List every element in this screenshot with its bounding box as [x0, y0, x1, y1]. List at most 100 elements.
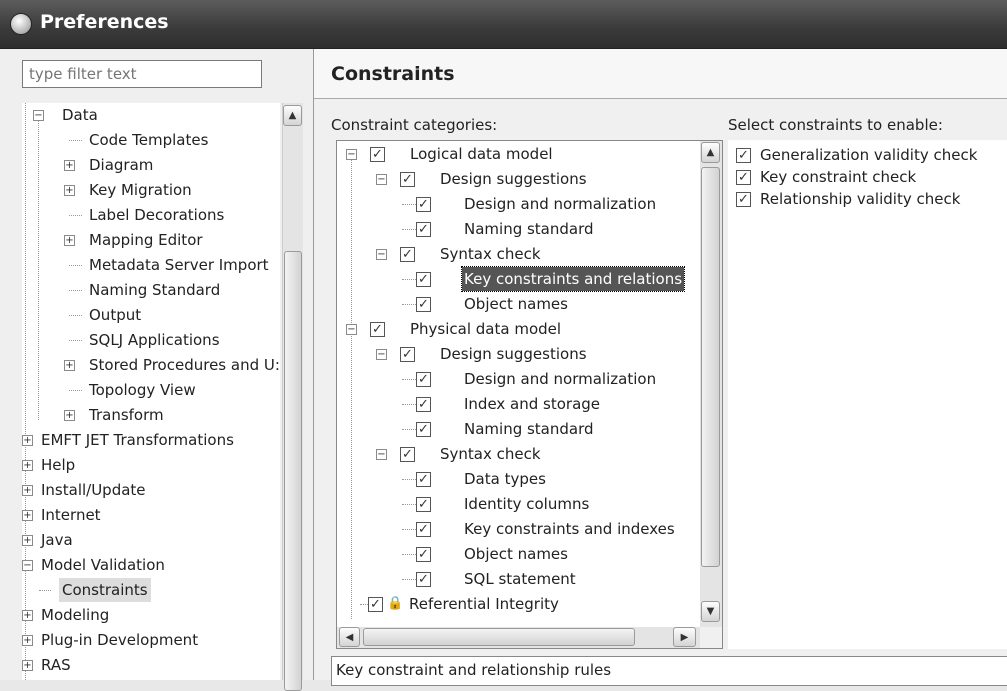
- category-item[interactable]: − ✓ Syntax check: [337, 242, 700, 267]
- category-checkbox[interactable]: ✓: [370, 147, 385, 162]
- category-checkbox[interactable]: ✓: [416, 397, 431, 412]
- category-item[interactable]: ✓ SQL statement: [337, 567, 700, 592]
- category-item[interactable]: ✓ Design and normalization: [337, 367, 700, 392]
- nav-item[interactable]: + EMFT JET Transformations: [22, 428, 280, 453]
- expand-icon[interactable]: +: [22, 435, 33, 446]
- nav-item[interactable]: SQLJ Applications: [22, 328, 280, 353]
- category-checkbox[interactable]: ✓: [368, 597, 383, 612]
- category-item[interactable]: ✓ 🔒 Referential Integrity: [337, 592, 700, 617]
- category-checkbox[interactable]: ✓: [416, 272, 431, 287]
- category-item[interactable]: ✓ Design and normalization: [337, 192, 700, 217]
- nav-item[interactable]: Metadata Server Import: [22, 253, 280, 278]
- category-item[interactable]: ✓ Key constraints and relations: [337, 266, 700, 292]
- category-checkbox[interactable]: ✓: [416, 547, 431, 562]
- scroll-up-button[interactable]: ▲: [701, 142, 720, 163]
- expand-icon[interactable]: +: [22, 635, 33, 646]
- category-item[interactable]: ✓ Data types: [337, 467, 700, 492]
- scroll-thumb[interactable]: [363, 628, 635, 646]
- expand-icon[interactable]: +: [22, 460, 33, 471]
- expand-icon[interactable]: +: [64, 235, 75, 246]
- category-item[interactable]: ✓ Index and storage: [337, 392, 700, 417]
- nav-item[interactable]: + Key Migration: [22, 178, 280, 203]
- constraint-checkbox[interactable]: ✓: [736, 170, 751, 185]
- scroll-left-button[interactable]: ◀: [339, 627, 360, 647]
- nav-item[interactable]: Constraints: [22, 578, 280, 603]
- nav-item[interactable]: + Mapping Editor: [22, 228, 280, 253]
- collapse-icon[interactable]: −: [376, 174, 387, 185]
- category-checkbox[interactable]: ✓: [370, 322, 385, 337]
- category-item[interactable]: ✓ Identity columns: [337, 492, 700, 517]
- filter-input[interactable]: [22, 60, 262, 88]
- expand-icon[interactable]: +: [22, 660, 33, 671]
- category-checkbox[interactable]: ✓: [400, 172, 415, 187]
- category-item[interactable]: ✓ Naming standard: [337, 417, 700, 442]
- nav-item[interactable]: + Diagram: [22, 153, 280, 178]
- expand-icon[interactable]: +: [64, 410, 75, 421]
- scroll-right-button[interactable]: ▶: [673, 627, 696, 647]
- constraint-checkbox[interactable]: ✓: [736, 192, 751, 207]
- category-checkbox[interactable]: ✓: [416, 572, 431, 587]
- nav-item[interactable]: + Stored Procedures and U:: [22, 353, 280, 378]
- nav-item[interactable]: + Internet: [22, 503, 280, 528]
- nav-item[interactable]: + Java: [22, 528, 280, 553]
- expand-icon[interactable]: +: [64, 185, 75, 196]
- collapse-icon[interactable]: −: [376, 449, 387, 460]
- nav-item[interactable]: Code Templates: [22, 128, 280, 153]
- nav-item[interactable]: + RAS: [22, 653, 280, 678]
- tree-vertical-scrollbar[interactable]: ▲: [282, 103, 303, 691]
- scroll-down-button[interactable]: ▼: [701, 601, 720, 622]
- expand-icon[interactable]: +: [22, 510, 33, 521]
- nav-item[interactable]: − Model Validation: [22, 553, 280, 578]
- category-checkbox[interactable]: ✓: [416, 222, 431, 237]
- scroll-up-button[interactable]: ▲: [283, 105, 302, 126]
- category-checkbox[interactable]: ✓: [400, 347, 415, 362]
- collapse-icon[interactable]: −: [346, 149, 357, 160]
- nav-item[interactable]: + Plug-in Development: [22, 628, 280, 653]
- nav-item[interactable]: Naming Standard: [22, 278, 280, 303]
- categories-vertical-scrollbar[interactable]: ▲ ▼: [700, 141, 722, 627]
- category-checkbox[interactable]: ✓: [416, 372, 431, 387]
- category-checkbox[interactable]: ✓: [416, 297, 431, 312]
- nav-item[interactable]: − Data: [22, 103, 280, 128]
- collapse-icon[interactable]: −: [22, 560, 33, 571]
- category-checkbox[interactable]: ✓: [416, 422, 431, 437]
- collapse-icon[interactable]: −: [376, 249, 387, 260]
- scroll-thumb[interactable]: [284, 251, 302, 691]
- expand-icon[interactable]: +: [22, 485, 33, 496]
- nav-item[interactable]: + Help: [22, 453, 280, 478]
- category-checkbox[interactable]: ✓: [400, 447, 415, 462]
- category-checkbox[interactable]: ✓: [416, 197, 431, 212]
- category-item[interactable]: − ✓ Physical data model: [337, 317, 700, 342]
- category-checkbox[interactable]: ✓: [416, 522, 431, 537]
- constraint-checkbox[interactable]: ✓: [736, 148, 751, 163]
- title-bar[interactable]: Preferences: [0, 0, 1007, 49]
- expand-icon[interactable]: +: [64, 360, 75, 371]
- categories-horizontal-scrollbar[interactable]: ◀ ▶: [337, 627, 700, 648]
- nav-item[interactable]: Label Decorations: [22, 203, 280, 228]
- category-item[interactable]: − ✓ Logical data model: [337, 142, 700, 167]
- collapse-icon[interactable]: −: [376, 349, 387, 360]
- category-item[interactable]: − ✓ Design suggestions: [337, 342, 700, 367]
- category-checkbox[interactable]: ✓: [400, 247, 415, 262]
- category-checkbox[interactable]: ✓: [416, 472, 431, 487]
- expand-icon[interactable]: +: [64, 160, 75, 171]
- nav-item[interactable]: Output: [22, 303, 280, 328]
- expand-icon[interactable]: +: [22, 610, 33, 621]
- collapse-icon[interactable]: −: [33, 110, 44, 121]
- scroll-thumb[interactable]: [701, 167, 720, 567]
- nav-item-label: Help: [41, 456, 76, 474]
- nav-item[interactable]: Topology View: [22, 378, 280, 403]
- nav-item[interactable]: + Transform: [22, 403, 280, 428]
- category-item[interactable]: − ✓ Design suggestions: [337, 167, 700, 192]
- expand-icon[interactable]: +: [22, 535, 33, 546]
- category-item[interactable]: ✓ Naming standard: [337, 217, 700, 242]
- nav-item[interactable]: + Install/Update: [22, 478, 280, 503]
- category-item[interactable]: ✓ Key constraints and indexes: [337, 517, 700, 542]
- category-checkbox[interactable]: ✓: [416, 497, 431, 512]
- nav-item[interactable]: + Modeling: [22, 603, 280, 628]
- category-item[interactable]: − ✓ Syntax check: [337, 442, 700, 467]
- collapse-icon[interactable]: −: [346, 324, 357, 335]
- category-item[interactable]: ✓ Object names: [337, 542, 700, 567]
- category-item[interactable]: ✓ Object names: [337, 292, 700, 317]
- tree-connector: [402, 279, 416, 280]
